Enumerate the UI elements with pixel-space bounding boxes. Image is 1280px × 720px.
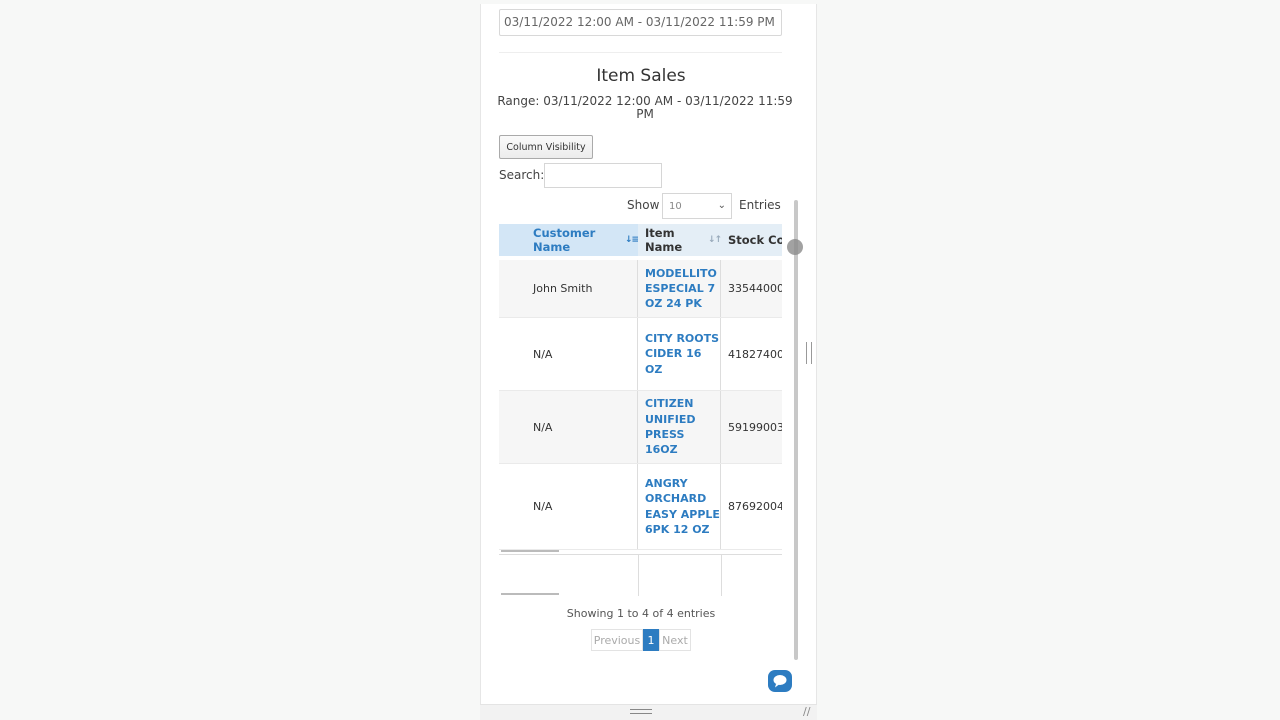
side-resize-handle[interactable] xyxy=(806,342,812,364)
divider xyxy=(499,52,782,53)
entries-select[interactable]: 10 ⌄ xyxy=(662,193,732,219)
cell-customer: N/A xyxy=(499,391,638,463)
column-header-customer-name[interactable]: Customer Name ↓≡ xyxy=(499,224,639,256)
table-footer-row xyxy=(499,554,782,596)
touch-pointer-icon xyxy=(787,239,803,255)
sort-asc-icon: ↓≡ xyxy=(624,235,639,245)
report-panel: 03/11/2022 12:00 AM - 03/11/2022 11:59 P… xyxy=(480,4,817,704)
table-row: N/A ANGRY ORCHARD EASY APPLE 6PK 12 OZ 8… xyxy=(499,464,782,550)
cell-customer: John Smith xyxy=(499,260,638,317)
cell-item-link[interactable]: CITY ROOTS CIDER 16 OZ xyxy=(638,318,721,390)
table-header: Customer Name ↓≡ Item Name ↓↑ Stock Cod xyxy=(499,224,782,256)
column-header-label: Customer Name xyxy=(533,226,596,254)
search-input[interactable] xyxy=(544,163,662,188)
next-page-button[interactable]: Next xyxy=(659,629,691,651)
cell-item-link[interactable]: MODELLITO ESPECIAL 7 OZ 24 PK xyxy=(638,260,721,317)
vertical-scrollbar[interactable] xyxy=(794,200,798,660)
chat-button[interactable] xyxy=(768,670,792,692)
entries-select-value: 10 xyxy=(669,201,682,212)
date-range-input[interactable]: 03/11/2022 12:00 AM - 03/11/2022 11:59 P… xyxy=(499,9,782,36)
previous-page-button[interactable]: Previous xyxy=(591,629,643,651)
horizontal-scrollbar[interactable] xyxy=(501,550,559,552)
cell-stock-code: 41827400 xyxy=(728,347,782,361)
column-header-label: Stock Cod xyxy=(728,233,782,247)
cell-stock-code: 33544000 xyxy=(728,282,782,295)
resize-grip-icon[interactable]: ∕∕ xyxy=(803,705,810,718)
cell-customer: N/A xyxy=(499,464,638,549)
item-sales-table: Customer Name ↓≡ Item Name ↓↑ Stock Cod … xyxy=(499,224,782,596)
column-header-item-name[interactable]: Item Name ↓↑ xyxy=(638,224,722,256)
sort-icon: ↓↑ xyxy=(707,235,722,245)
cell-item-link[interactable]: ANGRY ORCHARD EASY APPLE 6PK 12 OZ xyxy=(638,464,721,549)
report-title: Item Sales xyxy=(596,66,686,86)
column-divider xyxy=(721,555,722,596)
table-row: N/A CITY ROOTS CIDER 16 OZ 41827400 xyxy=(499,318,782,391)
column-divider xyxy=(638,555,639,596)
show-label: Show xyxy=(627,198,660,212)
column-header-label: Item Name xyxy=(645,226,683,254)
report-range: Range: 03/11/2022 12:00 AM - 03/11/2022 … xyxy=(497,94,793,121)
bottom-resize-handle[interactable] xyxy=(630,709,652,714)
cell-customer: N/A xyxy=(499,318,638,390)
search-label: Search: xyxy=(499,168,545,182)
table-info: Showing 1 to 4 of 4 entries xyxy=(566,607,716,620)
column-header-stock-code[interactable]: Stock Cod xyxy=(721,224,782,256)
pagination: Previous 1 Next xyxy=(591,629,691,651)
cell-stock-code: 87692004 xyxy=(728,500,782,513)
cell-item-link[interactable]: CITIZEN UNIFIED PRESS 16OZ xyxy=(638,391,721,463)
cell-stock-code: 59199003 xyxy=(728,420,782,434)
column-visibility-button[interactable]: Column Visibility xyxy=(499,135,593,159)
chevron-down-icon: ⌄ xyxy=(717,200,726,211)
chat-bubble-icon xyxy=(773,675,787,688)
horizontal-scrollbar[interactable] xyxy=(501,593,559,595)
page-1-button[interactable]: 1 xyxy=(643,629,659,651)
table-row: N/A CITIZEN UNIFIED PRESS 16OZ 59199003 xyxy=(499,391,782,464)
entries-label: Entries xyxy=(739,198,781,212)
table-row: John Smith MODELLITO ESPECIAL 7 OZ 24 PK… xyxy=(499,260,782,318)
